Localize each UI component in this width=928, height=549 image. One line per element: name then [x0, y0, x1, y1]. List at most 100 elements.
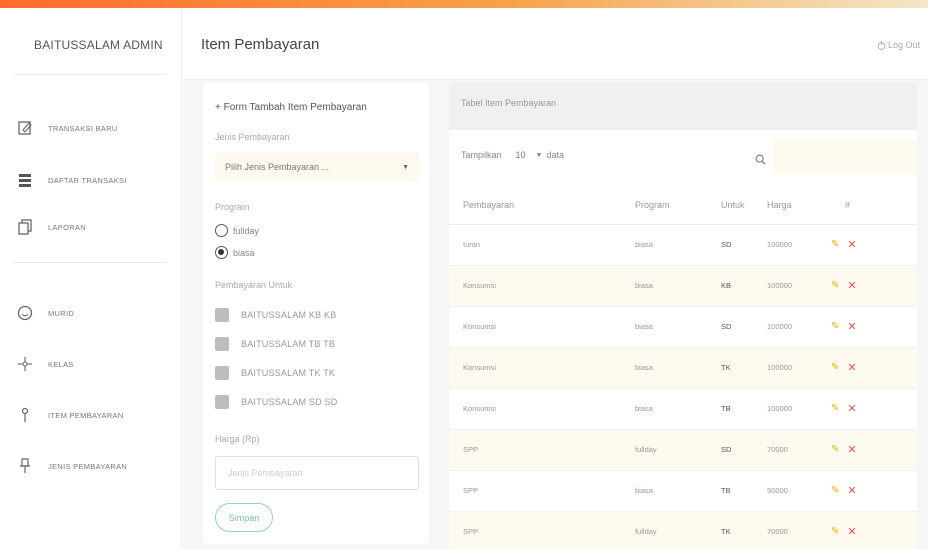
sidebar-item-daftar-transaksi[interactable]: DAFTAR TRANSAKSI	[16, 168, 127, 192]
cell-program: fullday	[635, 429, 721, 471]
checkbox-tb[interactable]: BAITUSSALAM TB TB	[215, 337, 335, 351]
delete-x-icon[interactable]: ✕	[847, 402, 856, 415]
table-row: SPP fullday SD 70000 ✎ ✕	[449, 429, 917, 471]
cell-harga: 100000	[767, 306, 831, 348]
edit-pencil-icon[interactable]: ✎	[831, 239, 839, 250]
checkbox-box	[215, 395, 229, 409]
column-header[interactable]: Pembayaran	[449, 186, 635, 225]
checkbox-label: BAITUSSALAM TB TB	[241, 339, 336, 349]
table-header-row: Pembayaran Program Untuk Harga #	[449, 186, 917, 225]
delete-x-icon[interactable]: ✕	[847, 484, 856, 497]
cell-untuk: TK	[721, 347, 767, 389]
sidebar-item-label: LAPORAN	[48, 222, 86, 232]
cell-untuk: TB	[721, 388, 767, 430]
brand-title: BAITUSSALAM ADMIN	[34, 38, 163, 52]
radio-program-fullday[interactable]: fullday	[215, 224, 259, 237]
column-header[interactable]: Program	[635, 186, 721, 225]
table-row: SPP biasa TB 50000 ✎ ✕	[449, 470, 917, 512]
logout-label: Log Out	[887, 40, 920, 50]
save-button[interactable]: Simpan	[215, 503, 273, 532]
jenis-pembayaran-select[interactable]: Pilih Jenis Pembayaran ... ▼	[215, 152, 419, 182]
search-input[interactable]	[773, 140, 917, 174]
delete-x-icon[interactable]: ✕	[847, 525, 856, 538]
sidebar-divider	[14, 74, 166, 75]
table-row: Iuran biasa SD 100000 ✎ ✕	[449, 224, 917, 266]
sidebar-item-transaksi-baru[interactable]: TRANSAKSI BARU	[16, 116, 118, 140]
table-card: Tabel Item Pembayaran Tampilkan 10 ▼ dat…	[449, 82, 917, 549]
caret-down-icon: ▼	[402, 164, 409, 171]
page-length-select[interactable]: 10	[516, 150, 526, 160]
cell-pembayaran: Konsumsi	[449, 347, 635, 389]
sidebar-item-murid[interactable]: MURID	[16, 301, 74, 325]
checkbox-sd[interactable]: BAITUSSALAM SD SD	[215, 395, 337, 409]
sidebar-item-item-pembayaran[interactable]: ITEM PEMBAYARAN	[16, 403, 123, 427]
search-icon	[755, 152, 766, 170]
copy-icon	[16, 218, 34, 236]
delete-x-icon[interactable]: ✕	[847, 320, 856, 333]
delete-x-icon[interactable]: ✕	[847, 279, 856, 292]
sidebar-item-label: KELAS	[48, 359, 74, 369]
checkbox-label: BAITUSSALAM KB KB	[241, 310, 337, 320]
edit-pencil-icon[interactable]: ✎	[831, 280, 839, 291]
radio-label: fullday	[233, 225, 260, 236]
radio-circle-selected	[215, 246, 228, 259]
cell-pembayaran: Konsumsi	[449, 388, 635, 430]
list-icon	[16, 171, 34, 189]
cell-harga: 50000	[767, 470, 831, 512]
save-button-label: Simpan	[228, 512, 260, 523]
entries-label: data	[546, 150, 565, 160]
column-header[interactable]: Untuk	[721, 186, 767, 225]
edit-pencil-icon[interactable]: ✎	[831, 403, 839, 414]
checkbox-box	[215, 337, 229, 351]
page-length-control: Tampilkan 10 ▼ data	[461, 150, 564, 160]
edit-pencil-icon[interactable]: ✎	[831, 321, 839, 332]
sidebar-item-jenis-pembayaran[interactable]: JENIS PEMBAYARAN	[16, 454, 127, 478]
checkbox-box	[215, 308, 229, 322]
edit-pencil-icon[interactable]: ✎	[831, 362, 839, 373]
delete-x-icon[interactable]: ✕	[847, 361, 856, 374]
delete-x-icon[interactable]: ✕	[847, 238, 856, 251]
power-icon	[877, 40, 886, 50]
logout-button[interactable]: Log Out	[877, 40, 920, 50]
edit-icon	[16, 119, 34, 137]
jenis-pembayaran-label: Jenis Pembayaran	[215, 132, 290, 142]
sidebar-item-laporan[interactable]: LAPORAN	[16, 215, 86, 239]
cell-pembayaran: Iuran	[449, 224, 635, 266]
cell-program: biasa	[635, 347, 721, 389]
cell-harga: 70000	[767, 429, 831, 471]
checkbox-label: BAITUSSALAM SD SD	[241, 397, 338, 407]
cell-program: biasa	[635, 306, 721, 348]
cell-harga: 100000	[767, 265, 831, 307]
sidebar-item-label: TRANSAKSI BARU	[48, 123, 118, 133]
cell-pembayaran: Konsumsi	[449, 265, 635, 307]
column-header[interactable]: Harga	[767, 186, 831, 225]
pembayaran-untuk-label: Pembayaran Untuk	[215, 280, 293, 290]
cell-program: biasa	[635, 388, 721, 430]
radio-program-biasa[interactable]: biasa	[215, 246, 255, 259]
cell-harga: 100000	[767, 388, 831, 430]
cell-pembayaran: SPP	[449, 429, 635, 471]
cell-pembayaran: Konsumsi	[449, 306, 635, 348]
delete-x-icon[interactable]: ✕	[847, 443, 856, 456]
harga-input[interactable]	[215, 456, 419, 490]
checkbox-tk[interactable]: BAITUSSALAM TK TK	[215, 366, 335, 380]
page-header: Item Pembayaran Log Out	[183, 8, 928, 80]
cell-harga: 100000	[767, 224, 831, 266]
cell-untuk: SD	[721, 429, 767, 471]
cell-untuk: KB	[721, 265, 767, 307]
pin-icon	[16, 406, 34, 424]
edit-pencil-icon[interactable]: ✎	[831, 485, 839, 496]
form-title: + Form Tambah Item Pembayaran	[215, 102, 367, 113]
caret-down-icon[interactable]: ▼	[536, 152, 543, 159]
checkbox-label: BAITUSSALAM TK TK	[241, 368, 336, 378]
table-row: Konsumsi biasa SD 100000 ✎ ✕	[449, 306, 917, 348]
checkbox-kb[interactable]: BAITUSSALAM KB KB	[215, 308, 336, 322]
edit-pencil-icon[interactable]: ✎	[831, 526, 839, 537]
cell-untuk: TK	[721, 511, 767, 549]
table-row: Konsumsi biasa KB 100000 ✎ ✕	[449, 265, 917, 307]
sidebar-item-label: MURID	[48, 308, 75, 318]
table-row: Konsumsi biasa TB 100000 ✎ ✕	[449, 388, 917, 430]
edit-pencil-icon[interactable]: ✎	[831, 444, 839, 455]
sidebar-item-kelas[interactable]: KELAS	[16, 352, 74, 376]
checkbox-box	[215, 366, 229, 380]
